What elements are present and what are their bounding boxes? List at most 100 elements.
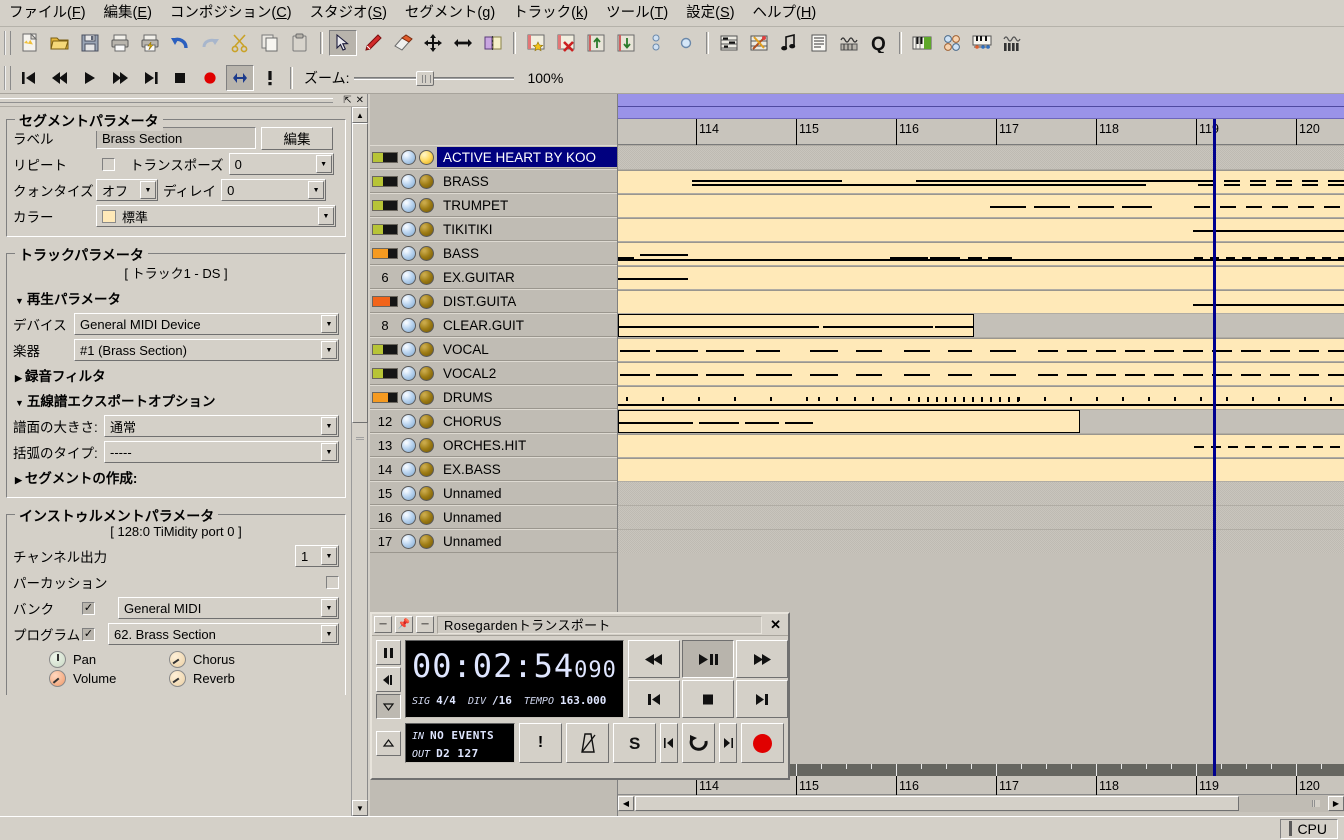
track-name[interactable]: EX.BASS [437,459,617,479]
circle-icon[interactable] [672,30,700,56]
skip-start-icon[interactable] [627,680,680,718]
chevron-down-icon[interactable]: ▼ [321,625,337,643]
track-row[interactable]: 6 EX.GUITAR [370,265,617,289]
playback-position-cursor[interactable] [1213,119,1216,776]
track-record-button[interactable] [419,413,434,429]
track-name[interactable]: CLEAR.GUIT [437,315,617,335]
segment-lane[interactable] [618,337,1344,361]
loop-end-icon[interactable] [719,723,737,763]
back-to-start-icon[interactable] [376,667,401,692]
device-combo[interactable]: General MIDI Device ▼ [74,313,339,335]
audio-plugin-icon[interactable] [998,30,1026,56]
color-combo[interactable]: 標準 ▼ [96,205,336,227]
program-checkbox[interactable]: ✓ [82,627,95,641]
track-name[interactable]: DIST.GUITA [437,291,617,311]
dots-vertical-icon[interactable] [642,30,670,56]
track-row[interactable]: ACTIVE HEART BY KOO [370,145,617,169]
event-list-icon[interactable] [805,30,833,56]
segment-lane[interactable] [618,313,1344,337]
track-row[interactable]: DRUMS [370,385,617,409]
notation-editor-icon[interactable] [775,30,803,56]
track-row[interactable]: 15 Unnamed [370,481,617,505]
scrollbar-thumb[interactable] [352,123,368,423]
segment-lane[interactable] [618,169,1344,193]
pause-icon[interactable] [376,640,401,665]
track-mute-button[interactable] [401,533,416,549]
menu-item-8[interactable]: ヘルプ(H) [744,2,826,25]
track-record-button[interactable] [419,317,434,333]
track-name[interactable]: CHORUS [437,411,617,431]
metronome-icon[interactable] [566,723,609,763]
menu-item-5[interactable]: トラック(k) [504,2,597,25]
menu-item-2[interactable]: コンポジション(C) [161,2,301,25]
loop-icon[interactable] [682,723,715,763]
track-name[interactable]: VOCAL [437,339,617,359]
quantize-combo[interactable]: オフ ▼ [96,179,158,201]
expand-up-icon[interactable] [582,30,610,56]
track-name[interactable]: BASS [437,243,617,263]
volume-knob-icon[interactable] [49,670,66,687]
segment-lane[interactable] [618,433,1344,457]
create-segment-section[interactable]: ▶ セグメントの作成: [13,464,339,489]
segment-block[interactable] [618,170,1344,193]
new-file-icon[interactable] [16,30,44,56]
track-record-button[interactable] [419,173,434,189]
reverb-knob-icon[interactable] [169,670,186,687]
track-mute-button[interactable] [401,149,416,165]
rewind-icon[interactable] [627,640,680,678]
play-icon[interactable] [76,65,104,91]
scroll-down-arrow[interactable]: ▼ [352,800,368,816]
track-record-button[interactable] [419,365,434,381]
track-row[interactable]: TRUMPET [370,193,617,217]
track-mute-button[interactable] [401,317,416,333]
chevron-down-icon[interactable]: ▼ [318,207,334,225]
fast-forward-icon[interactable] [735,640,788,678]
track-record-button[interactable] [419,461,434,477]
transport-titlebar[interactable]: ─ 📌 ─ Rosegardenトランスポート ✕ [372,614,788,636]
segment-block[interactable] [618,338,1344,361]
toolbar-grip[interactable] [4,31,11,55]
resize-icon[interactable] [449,30,477,56]
midi-keyboard-icon[interactable] [908,30,936,56]
save-icon[interactable] [76,30,104,56]
track-row[interactable]: 12 CHORUS [370,409,617,433]
track-name[interactable]: TRUMPET [437,195,617,215]
segment-lane[interactable] [618,409,1344,433]
close-icon[interactable]: ✕ [356,95,364,105]
track-record-button[interactable] [419,389,434,405]
segment-lane[interactable] [618,385,1344,409]
play-pause-icon[interactable] [681,640,734,678]
chevron-down-icon[interactable]: ▼ [321,547,337,565]
draw-pencil-icon[interactable] [359,30,387,56]
track-record-button[interactable] [419,533,434,549]
menu-item-4[interactable]: セグメント(g) [396,2,504,25]
chevron-down-icon[interactable]: ▼ [321,599,337,617]
panic-icon[interactable] [256,65,284,91]
segment-lane[interactable] [618,145,1344,169]
track-mute-button[interactable] [401,341,416,357]
split-icon[interactable] [479,30,507,56]
chevron-down-icon[interactable]: ▼ [308,181,325,199]
menu-item-7[interactable]: 設定(S) [677,2,743,25]
edit-button[interactable]: 編集 [261,126,333,150]
expand-down-icon[interactable] [612,30,640,56]
solo-icon[interactable]: S [613,723,656,763]
scroll-right-arrow[interactable]: ▶ [1328,796,1344,811]
track-mute-button[interactable] [401,269,416,285]
track-record-button[interactable] [419,341,434,357]
copy-icon[interactable] [256,30,284,56]
track-name[interactable]: ACTIVE HEART BY KOO [437,147,617,167]
parameter-panel-scrollbar[interactable]: ▲ ▼ [351,107,368,816]
instrument-combo[interactable]: #1 (Brass Section) ▼ [74,339,339,361]
menu-item-0[interactable]: ファイル(F) [0,2,95,25]
track-record-button[interactable] [419,485,434,501]
menu-item-6[interactable]: ツール(T) [597,2,677,25]
undock-icon[interactable]: ⇱ [343,95,351,105]
track-mute-button[interactable] [401,389,416,405]
chevron-down-icon[interactable]: ▼ [140,181,156,199]
add-marker-icon[interactable] [522,30,550,56]
record-icon[interactable] [196,65,224,91]
forward-end-icon[interactable] [136,65,164,91]
segment-block[interactable] [618,362,1344,385]
track-row[interactable]: 8 CLEAR.GUIT [370,313,617,337]
